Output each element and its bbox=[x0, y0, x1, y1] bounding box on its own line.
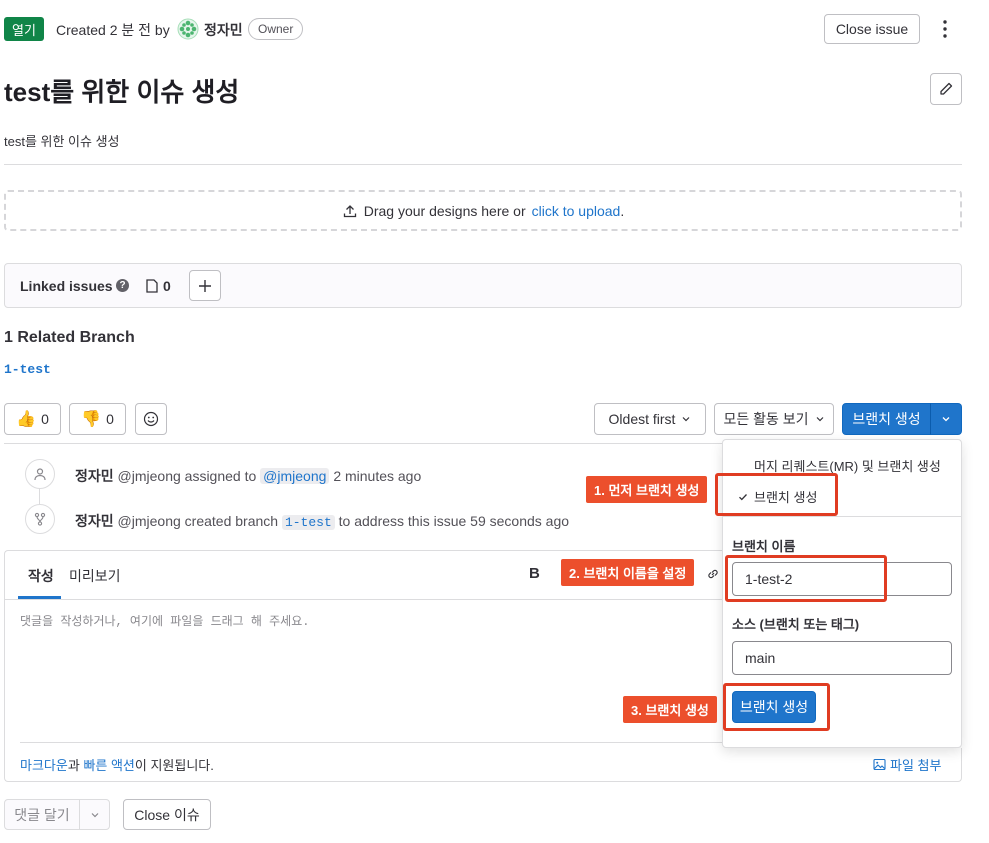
branch-link[interactable]: 1-test bbox=[281, 515, 335, 530]
add-linked-issue-button[interactable] bbox=[189, 270, 221, 301]
attach-file-label: 파일 첨부 bbox=[890, 758, 942, 773]
issues-count-icon bbox=[145, 278, 159, 294]
link-icon[interactable] bbox=[706, 567, 720, 581]
activity-text: @jmjeong created branch bbox=[117, 513, 279, 529]
branch-name-label: 브랜치 이름 bbox=[732, 539, 796, 554]
thumbs-down-count: 0 bbox=[106, 411, 114, 427]
comment-textarea[interactable]: 댓글을 작성하거나, 여기에 파일을 드래그 해 주세요. bbox=[20, 612, 309, 629]
created-text: Created 2 분 전 by bbox=[56, 22, 170, 38]
editor-footer-note: 마크다운과 빠른 액션이 지원됩니다. bbox=[20, 755, 214, 774]
issue-title: test를 위한 이슈 생성 bbox=[4, 77, 240, 107]
design-dropzone[interactable]: Drag your designs here or click to uploa… bbox=[4, 190, 962, 231]
activity-filter-dropdown[interactable]: 모든 활동 보기 bbox=[714, 403, 834, 435]
create-branch-button[interactable]: 브랜치 생성 bbox=[842, 403, 931, 435]
supported-text: 이 지원됩니다. bbox=[134, 758, 214, 773]
chevron-down-icon bbox=[942, 417, 950, 422]
thumbs-up-icon: 👍 bbox=[16, 411, 37, 428]
thumbs-up-count: 0 bbox=[41, 411, 49, 427]
tab-write[interactable]: 작성 bbox=[28, 566, 54, 586]
comment-options-toggle[interactable] bbox=[79, 799, 110, 830]
activity-author[interactable]: 정자민 bbox=[75, 513, 114, 529]
highlight-box bbox=[715, 473, 838, 516]
create-branch-toggle[interactable] bbox=[930, 403, 962, 435]
edit-title-button[interactable] bbox=[930, 73, 962, 105]
thumbs-up-button[interactable]: 👍 0 bbox=[4, 403, 61, 435]
pencil-icon bbox=[940, 82, 953, 95]
and-text: 과 bbox=[67, 758, 80, 773]
activity-item: 정자민 @jmjeong created branch 1-test to ad… bbox=[75, 511, 569, 531]
highlight-box bbox=[725, 555, 887, 602]
close-issue-button[interactable]: Close issue bbox=[824, 14, 920, 44]
bold-button[interactable]: B bbox=[529, 565, 540, 582]
branch-activity-icon bbox=[25, 504, 55, 534]
highlight-box bbox=[723, 683, 830, 731]
mention-link[interactable]: @jmjeong bbox=[260, 468, 330, 484]
question-icon[interactable]: ? bbox=[116, 279, 129, 292]
close-issue-footer-button[interactable]: Close 이슈 bbox=[123, 799, 211, 830]
status-badge: 열기 bbox=[4, 17, 44, 41]
activity-author[interactable]: 정자민 bbox=[75, 468, 114, 484]
image-icon bbox=[873, 758, 886, 771]
plus-icon bbox=[199, 279, 211, 292]
upload-icon bbox=[343, 204, 356, 217]
issue-description: test를 위한 이슈 생성 bbox=[4, 134, 120, 149]
smiley-icon bbox=[143, 411, 159, 427]
linked-issues-label: Linked issues bbox=[20, 278, 113, 294]
chevron-down-icon bbox=[683, 417, 690, 422]
dropzone-prompt: Drag your designs here or bbox=[363, 202, 526, 219]
author-avatar[interactable] bbox=[177, 18, 199, 40]
chevron-down-icon bbox=[816, 417, 823, 422]
add-reaction-button[interactable] bbox=[135, 403, 167, 435]
user-icon bbox=[34, 468, 46, 481]
source-label: 소스 (브랜치 또는 태그) bbox=[732, 617, 860, 632]
activity-text-rest: to address this issue 59 seconds ago bbox=[338, 513, 570, 529]
author-name[interactable]: 정자민 bbox=[204, 20, 243, 40]
markdown-link[interactable]: 마크다운 bbox=[20, 758, 68, 773]
related-branch-link[interactable]: 1-test bbox=[4, 362, 51, 377]
activity-filter-label: 모든 활동 보기 bbox=[723, 411, 809, 427]
step2-callout: 2. 브랜치 이름을 설정 bbox=[561, 559, 695, 586]
comment-button[interactable]: 댓글 달기 bbox=[4, 799, 80, 830]
owner-badge: Owner bbox=[248, 18, 304, 40]
linked-issues-count: 0 bbox=[163, 278, 171, 294]
activity-text: @jmjeong assigned to bbox=[117, 468, 257, 484]
sort-dropdown[interactable]: Oldest first bbox=[594, 403, 706, 435]
kebab-menu-icon[interactable] bbox=[936, 16, 954, 42]
assign-activity-icon bbox=[25, 459, 55, 489]
sort-label: Oldest first bbox=[608, 411, 676, 427]
step3-callout: 3. 브랜치 생성 bbox=[623, 696, 717, 723]
quick-actions-link[interactable]: 빠른 액션 bbox=[83, 758, 134, 773]
attach-file-button[interactable]: 파일 첨부 bbox=[873, 755, 941, 774]
activity-item: 정자민 @jmjeong assigned to @jmjeong 2 minu… bbox=[75, 466, 421, 486]
dropzone-suffix: . bbox=[620, 202, 625, 219]
thumbs-down-icon: 👎 bbox=[81, 411, 102, 428]
click-to-upload-link[interactable]: click to upload bbox=[532, 203, 621, 219]
tab-preview[interactable]: 미리보기 bbox=[69, 566, 121, 586]
git-branch-icon bbox=[34, 512, 46, 526]
step1-callout: 1. 먼저 브랜치 생성 bbox=[586, 476, 708, 503]
chevron-down-icon bbox=[91, 812, 98, 817]
activity-time: 2 minutes ago bbox=[333, 468, 422, 484]
related-branch-heading: 1 Related Branch bbox=[4, 329, 135, 346]
thumbs-down-button[interactable]: 👎 0 bbox=[69, 403, 126, 435]
source-input[interactable]: main bbox=[732, 641, 952, 675]
